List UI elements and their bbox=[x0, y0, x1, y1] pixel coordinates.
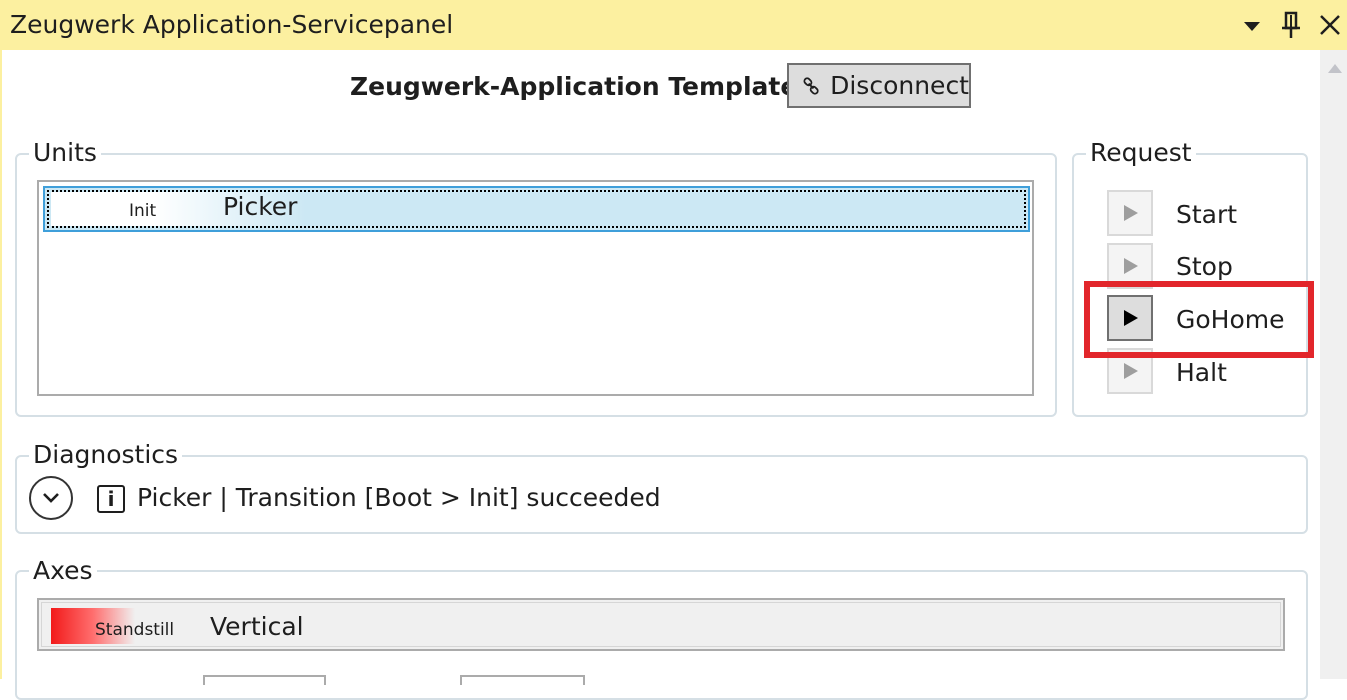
stop-label: Stop bbox=[1176, 252, 1233, 281]
window-border bbox=[0, 50, 2, 679]
unit-state-label: Init bbox=[129, 201, 157, 221]
play-icon bbox=[1124, 310, 1138, 326]
gohome-label: GoHome bbox=[1176, 305, 1285, 334]
close-icon[interactable] bbox=[1313, 8, 1347, 42]
window-title: Zeugwerk Application-Servicepanel bbox=[10, 10, 454, 39]
axes-legend: Axes bbox=[29, 556, 97, 586]
list-item[interactable]: Init Picker bbox=[43, 186, 1030, 232]
units-list[interactable]: Init Picker bbox=[37, 180, 1034, 396]
pin-icon[interactable] bbox=[1274, 8, 1308, 42]
axis-state-label: Standstill bbox=[95, 620, 175, 640]
play-icon bbox=[1124, 205, 1138, 221]
title-bar: Zeugwerk Application-Servicepanel bbox=[0, 0, 1347, 50]
scroll-up-arrow-icon[interactable] bbox=[1326, 60, 1344, 74]
info-icon: i bbox=[97, 485, 125, 513]
axis-field[interactable] bbox=[460, 675, 585, 685]
link-icon bbox=[803, 76, 819, 95]
disconnect-label: Disconnect bbox=[830, 71, 969, 100]
start-button[interactable] bbox=[1107, 190, 1153, 236]
dropdown-arrow-icon[interactable] bbox=[1235, 8, 1269, 42]
disconnect-button[interactable]: Disconnect bbox=[787, 63, 971, 108]
application-name: Zeugwerk-Application Template bbox=[350, 72, 798, 101]
axis-name: Vertical bbox=[210, 612, 304, 641]
units-legend: Units bbox=[29, 138, 101, 168]
vertical-scrollbar[interactable] bbox=[1320, 50, 1347, 679]
play-icon bbox=[1124, 363, 1138, 379]
start-label: Start bbox=[1176, 200, 1238, 229]
gohome-button[interactable] bbox=[1107, 295, 1153, 341]
halt-label: Halt bbox=[1176, 358, 1227, 387]
chevron-down-icon bbox=[43, 493, 59, 503]
stop-button[interactable] bbox=[1107, 243, 1153, 289]
axis-field[interactable] bbox=[203, 675, 326, 685]
play-icon bbox=[1124, 258, 1138, 274]
request-legend: Request bbox=[1086, 138, 1196, 168]
unit-name: Picker bbox=[223, 192, 298, 221]
diagnostic-message: Picker | Transition [Boot > Init] succee… bbox=[137, 483, 661, 512]
halt-button[interactable] bbox=[1107, 348, 1153, 394]
expand-button[interactable] bbox=[29, 476, 73, 520]
diagnostics-legend: Diagnostics bbox=[29, 440, 183, 470]
